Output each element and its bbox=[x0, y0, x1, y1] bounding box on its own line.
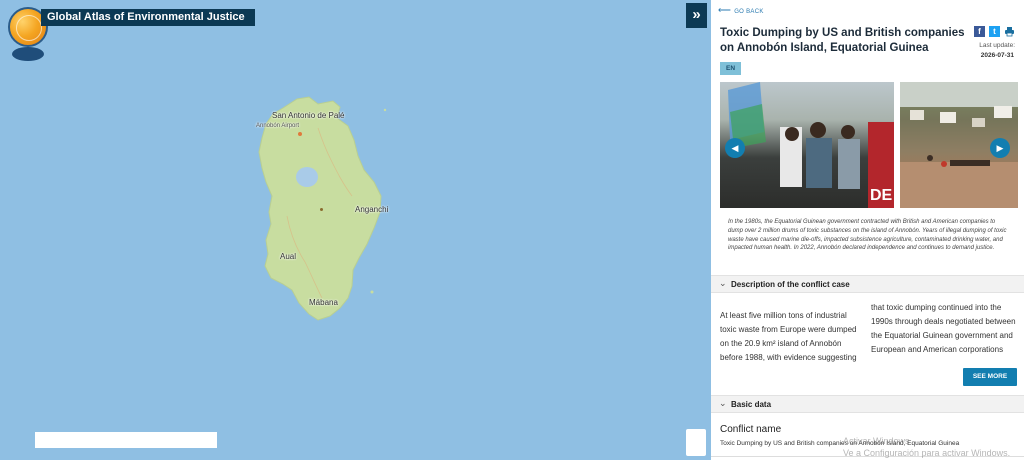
windows-activation-watermark-text: Ve a Configuración para activar Windows. bbox=[843, 448, 1011, 458]
go-back-link[interactable]: ⟵ GO BACK bbox=[718, 5, 764, 16]
conflict-name-value: Toxic Dumping by US and British companie… bbox=[720, 440, 960, 447]
print-icon bbox=[1005, 27, 1014, 37]
collapse-panel-button[interactable]: » bbox=[686, 3, 707, 28]
chevron-down-icon: ⌄ bbox=[719, 398, 727, 408]
carousel-prev-button[interactable]: ◀ bbox=[725, 138, 745, 158]
map-label-airport: Annobón Airport bbox=[256, 123, 300, 129]
basic-data-section-title: Basic data bbox=[731, 400, 772, 409]
case-photo-protest: DE bbox=[720, 82, 894, 208]
chevron-right-icon: ▶ bbox=[996, 143, 1004, 153]
map-label-anganchi: Anganchi bbox=[355, 205, 389, 214]
description-text-col1: At least five million tons of industrial… bbox=[720, 311, 857, 362]
facebook-share-button[interactable]: f bbox=[974, 26, 985, 37]
annobon-island bbox=[258, 96, 387, 321]
logo-base bbox=[12, 47, 44, 61]
description-section-header[interactable]: ⌄ Description of the conflict case bbox=[711, 275, 1024, 293]
map-label-mabana: Mábana bbox=[309, 298, 338, 307]
last-update-label: Last update: bbox=[979, 42, 1015, 49]
map-view[interactable]: San Antonio de Palé Annobón Airport Anga… bbox=[0, 0, 711, 460]
windows-activation-watermark-title: Activar Windows bbox=[843, 436, 910, 446]
description-section-title: Description of the conflict case bbox=[731, 280, 850, 289]
double-chevron-right-icon: » bbox=[692, 6, 701, 23]
language-badge[interactable]: EN bbox=[720, 62, 741, 75]
twitter-icon: t bbox=[993, 27, 996, 36]
map-label-san-antonio: San Antonio de Palé bbox=[272, 111, 345, 120]
chevron-down-icon: ⌄ bbox=[719, 278, 727, 288]
arrow-left-icon: ⟵ bbox=[718, 5, 732, 15]
map-search-input[interactable] bbox=[35, 432, 217, 448]
conflict-name-label: Conflict name bbox=[720, 424, 782, 435]
carousel-next-button[interactable]: ▶ bbox=[990, 138, 1010, 158]
basic-data-section-header[interactable]: ⌄ Basic data bbox=[711, 395, 1024, 413]
facebook-icon: f bbox=[978, 27, 981, 36]
conflict-marker-icon[interactable] bbox=[320, 208, 323, 211]
svg-text:DE: DE bbox=[870, 187, 893, 204]
photo-caption: In the 1980s, the Equatorial Guinean gov… bbox=[728, 219, 1007, 252]
print-button[interactable] bbox=[1004, 26, 1015, 37]
map-label-aual: Aual bbox=[280, 252, 297, 261]
chevron-left-icon: ◀ bbox=[731, 143, 739, 153]
case-detail-panel: ⟵ GO BACK Toxic Dumping by US and British… bbox=[711, 0, 1024, 460]
see-more-button[interactable]: SEE MORE bbox=[963, 368, 1017, 386]
case-title: Toxic Dumping by US and British companie… bbox=[720, 27, 965, 54]
site-title[interactable]: Global Atlas of Environmental Justice bbox=[41, 9, 255, 26]
airport-marker-icon[interactable] bbox=[298, 132, 302, 136]
crater-lake bbox=[296, 167, 318, 187]
twitter-share-button[interactable]: t bbox=[989, 26, 1000, 37]
map-zoom-control[interactable] bbox=[686, 429, 706, 456]
description-text-col2: that toxic dumping continued into the 19… bbox=[871, 303, 1016, 354]
last-update-date: 2026-07-31 bbox=[980, 52, 1014, 59]
go-back-label: GO BACK bbox=[734, 9, 764, 15]
